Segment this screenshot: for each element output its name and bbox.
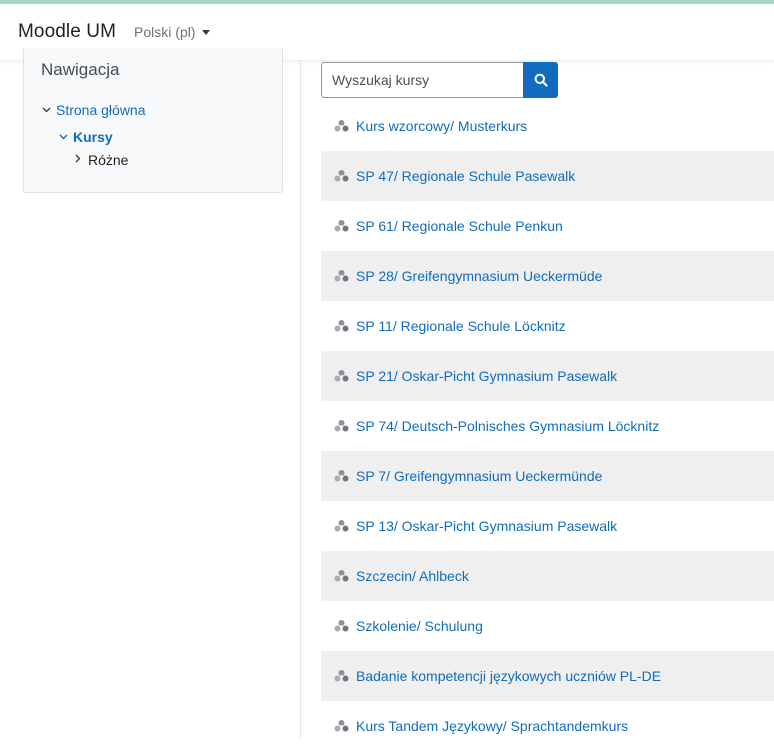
course-item: Kurs wzorcowy/ Musterkurs bbox=[321, 101, 774, 151]
course-item: Szkolenie/ Schulung bbox=[321, 601, 774, 651]
course-item: SP 74/ Deutsch-Polnisches Gymnasium Löck… bbox=[321, 401, 774, 451]
course-list: Kurs wzorcowy/ Musterkurs SP 47/ Regional… bbox=[321, 101, 774, 751]
chevron-down-icon bbox=[41, 105, 51, 116]
course-icon bbox=[333, 468, 350, 485]
course-link[interactable]: Szczecin/ Ahlbeck bbox=[356, 568, 469, 584]
search-button[interactable] bbox=[523, 62, 558, 98]
site-brand[interactable]: Moodle UM bbox=[18, 21, 116, 43]
course-item: SP 47/ Regionale Schule Pasewalk bbox=[321, 151, 774, 201]
course-icon bbox=[333, 318, 350, 335]
course-item: Szczecin/ Ahlbeck bbox=[321, 551, 774, 601]
caret-down-icon bbox=[201, 30, 210, 35]
course-icon bbox=[333, 668, 350, 685]
course-icon bbox=[333, 518, 350, 535]
course-item: SP 61/ Regionale Schule Penkun bbox=[321, 201, 774, 251]
course-link[interactable]: SP 28/ Greifengymnasium Ueckermüde bbox=[356, 268, 602, 284]
course-link[interactable]: SP 11/ Regionale Schule Löcknitz bbox=[356, 318, 566, 334]
search-icon bbox=[534, 73, 548, 87]
course-item: SP 11/ Regionale Schule Löcknitz bbox=[321, 301, 774, 351]
search-input[interactable] bbox=[321, 62, 523, 98]
course-link[interactable]: SP 47/ Regionale Schule Pasewalk bbox=[356, 168, 575, 184]
nav-item-home[interactable]: Strona główna bbox=[41, 102, 146, 118]
nav-item-misc[interactable]: Różne bbox=[73, 152, 128, 168]
course-item: SP 13/ Oskar-Picht Gymnasium Pasewalk bbox=[321, 501, 774, 551]
course-item: SP 7/ Greifengymnasium Ueckermünde bbox=[321, 451, 774, 501]
course-link[interactable]: Kurs Tandem Językowy/ Sprachtandemkurs bbox=[356, 718, 628, 734]
course-icon bbox=[333, 368, 350, 385]
course-link[interactable]: SP 7/ Greifengymnasium Ueckermünde bbox=[356, 468, 602, 484]
course-link[interactable]: SP 21/ Oskar-Picht Gymnasium Pasewalk bbox=[356, 368, 617, 384]
chevron-down-icon bbox=[58, 132, 68, 143]
course-icon bbox=[333, 168, 350, 185]
chevron-right-icon bbox=[73, 154, 83, 166]
course-link[interactable]: Szkolenie/ Schulung bbox=[356, 618, 483, 634]
course-link[interactable]: Badanie kompetencji językowych uczniów P… bbox=[356, 668, 661, 684]
course-search bbox=[321, 62, 558, 98]
language-menu[interactable]: Polski (pl) bbox=[134, 24, 210, 40]
course-link[interactable]: SP 74/ Deutsch-Polnisches Gymnasium Löck… bbox=[356, 418, 659, 434]
course-item: SP 21/ Oskar-Picht Gymnasium Pasewalk bbox=[321, 351, 774, 401]
course-link[interactable]: Kurs wzorcowy/ Musterkurs bbox=[356, 118, 527, 134]
course-item: Kurs Tandem Językowy/ Sprachtandemkurs bbox=[321, 701, 774, 751]
course-link[interactable]: SP 61/ Regionale Schule Penkun bbox=[356, 218, 563, 234]
course-icon bbox=[333, 618, 350, 635]
course-item: SP 28/ Greifengymnasium Ueckermüde bbox=[321, 251, 774, 301]
course-item: Badanie kompetencji językowych uczniów P… bbox=[321, 651, 774, 701]
nav-item-label[interactable]: Strona główna bbox=[56, 102, 146, 118]
course-icon bbox=[333, 118, 350, 135]
course-icon bbox=[333, 718, 350, 735]
course-link[interactable]: SP 13/ Oskar-Picht Gymnasium Pasewalk bbox=[356, 518, 617, 534]
navigation-block: Nawigacja Strona główna Kursy Różne bbox=[23, 48, 283, 193]
nav-item-courses[interactable]: Kursy bbox=[58, 129, 113, 145]
course-icon bbox=[333, 418, 350, 435]
course-icon bbox=[333, 268, 350, 285]
nav-item-label[interactable]: Kursy bbox=[73, 129, 113, 145]
course-icon bbox=[333, 568, 350, 585]
navigation-title: Nawigacja bbox=[41, 60, 120, 79]
column-divider bbox=[300, 60, 301, 738]
course-icon bbox=[333, 218, 350, 235]
nav-item-label[interactable]: Różne bbox=[88, 152, 128, 168]
language-label: Polski (pl) bbox=[134, 24, 196, 40]
